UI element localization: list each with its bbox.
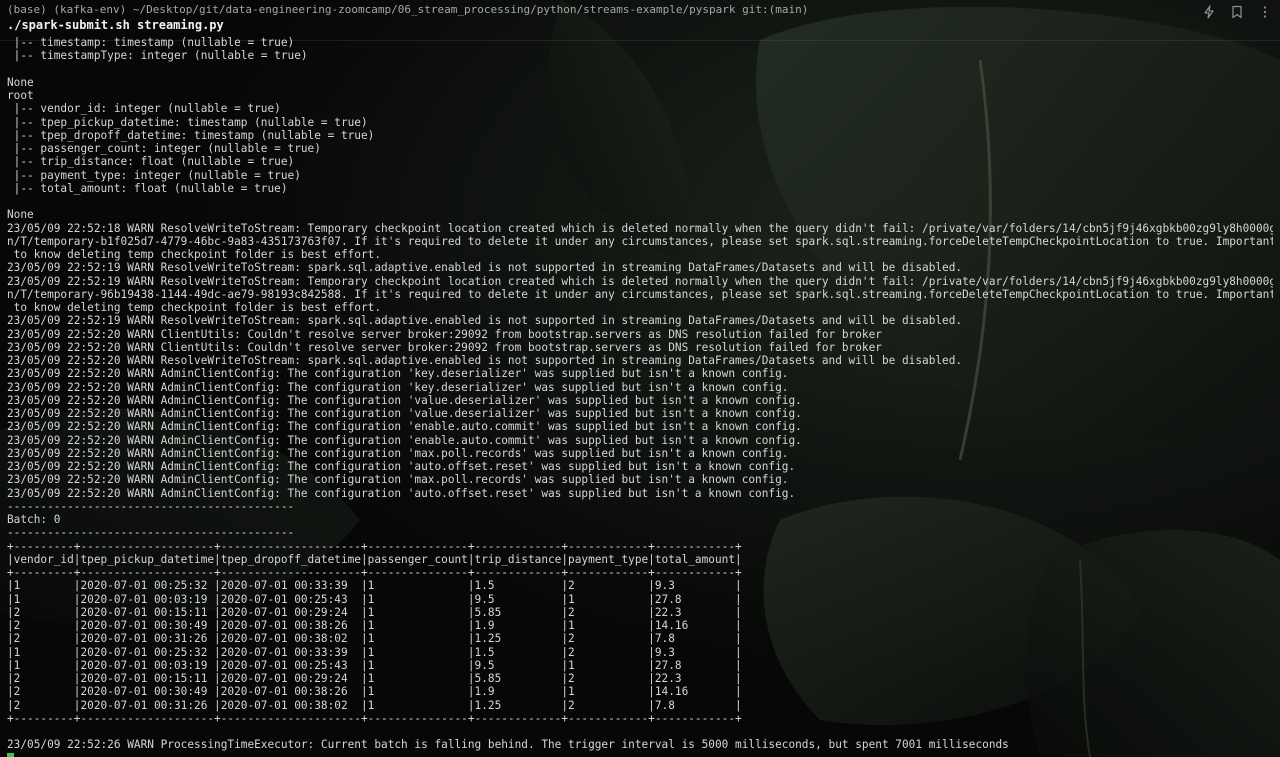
output-line: |-- timestamp: timestamp (nullable = tru… — [7, 36, 295, 49]
output-line: |-- timestampType: integer (nullable = t… — [7, 49, 308, 63]
output-line: |2 |2020-07-01 00:31:26 |2020-07-01 00:3… — [7, 698, 742, 712]
output-line: |-- passenger_count: integer (nullable =… — [7, 142, 321, 155]
output-line: 23/05/09 22:52:19 WARN ResolveWriteToStr… — [7, 261, 963, 275]
output-line: 23/05/09 22:52:20 WARN AdminClientConfig… — [7, 433, 802, 447]
output-line: |1 |2020-07-01 00:03:19 |2020-07-01 00:2… — [7, 658, 742, 672]
shell-prompt: (base) (kafka-env) ~/Desktop/git/data-en… — [7, 3, 809, 16]
output-line: |2 |2020-07-01 00:30:49 |2020-07-01 00:3… — [7, 685, 742, 699]
output-line: 23/05/09 22:52:20 WARN AdminClientConfig… — [7, 367, 789, 381]
output-line: +---------+--------------------+--------… — [7, 566, 742, 579]
output-line: |-- trip_distance: float (nullable = tru… — [7, 155, 295, 169]
bookmark-icon[interactable] — [1228, 3, 1246, 21]
output-line: 23/05/09 22:52:20 WARN ClientUtils: Coul… — [7, 340, 882, 354]
terminal-output[interactable]: |-- timestamp: timestamp (nullable = tru… — [7, 36, 1273, 756]
output-line: root — [7, 89, 34, 102]
output-line: 23/05/09 22:52:20 WARN AdminClientConfig… — [7, 473, 789, 487]
more-icon[interactable] — [1256, 3, 1274, 21]
output-line: Batch: 0 — [7, 513, 61, 526]
output-line: 23/05/09 22:52:20 WARN AdminClientConfig… — [7, 446, 789, 460]
output-line: 23/05/09 22:52:26 WARN ProcessingTimeExe… — [7, 738, 1009, 752]
output-line: |-- total_amount: float (nullable = true… — [7, 181, 288, 195]
shell-command: ./spark-submit.sh streaming.py — [7, 18, 224, 32]
output-line: |1 |2020-07-01 00:25:32 |2020-07-01 00:3… — [7, 579, 742, 593]
terminal-cursor — [7, 753, 14, 757]
output-line: |1 |2020-07-01 00:25:32 |2020-07-01 00:3… — [7, 645, 742, 659]
output-line: |1 |2020-07-01 00:03:19 |2020-07-01 00:2… — [7, 592, 742, 606]
output-line: n/T/temporary-b1f025d7-4779-46bc-9a83-43… — [7, 234, 1273, 248]
output-line: |2 |2020-07-01 00:15:11 |2020-07-01 00:2… — [7, 672, 742, 685]
output-line: |-- vendor_id: integer (nullable = true) — [7, 102, 281, 116]
output-line: +---------+--------------------+--------… — [7, 539, 742, 553]
output-line: |vendor_id|tpep_pickup_datetime|tpep_dro… — [7, 552, 742, 566]
output-line: None — [7, 75, 34, 89]
output-line: to know deleting temp checkpoint folder … — [7, 301, 382, 314]
output-line: |2 |2020-07-01 00:15:11 |2020-07-01 00:2… — [7, 605, 742, 619]
output-line: 23/05/09 22:52:20 WARN ClientUtils: Coul… — [7, 327, 882, 341]
output-line: 23/05/09 22:52:18 WARN ResolveWriteToStr… — [7, 221, 1273, 235]
output-line: 23/05/09 22:52:20 WARN AdminClientConfig… — [7, 486, 796, 500]
lightning-icon[interactable] — [1200, 3, 1218, 21]
output-line: 23/05/09 22:52:19 WARN ResolveWriteToStr… — [7, 314, 963, 328]
output-line: 23/05/09 22:52:20 WARN AdminClientConfig… — [7, 407, 802, 420]
output-line: ----------------------------------------… — [7, 526, 295, 540]
output-line: |2 |2020-07-01 00:31:26 |2020-07-01 00:3… — [7, 632, 742, 646]
output-line: |-- tpep_pickup_datetime: timestamp (nul… — [7, 115, 368, 129]
output-line: +---------+--------------------+--------… — [7, 711, 742, 725]
output-line: None — [7, 208, 34, 222]
output-line: n/T/temporary-96b19438-1144-49dc-ae79-98… — [7, 287, 1273, 301]
output-line: to know deleting temp checkpoint folder … — [7, 248, 382, 261]
output-line: 23/05/09 22:52:20 WARN AdminClientConfig… — [7, 420, 802, 434]
output-line: 23/05/09 22:52:20 WARN AdminClientConfig… — [7, 460, 796, 473]
terminal-window[interactable]: (base) (kafka-env) ~/Desktop/git/data-en… — [0, 0, 1280, 757]
output-line: 23/05/09 22:52:20 WARN AdminClientConfig… — [7, 393, 802, 407]
output-line: 23/05/09 22:52:20 WARN ResolveWriteToStr… — [7, 354, 963, 367]
output-line: ----------------------------------------… — [7, 499, 295, 513]
output-line: 23/05/09 22:52:19 WARN ResolveWriteToStr… — [7, 274, 1273, 288]
output-line: |-- payment_type: integer (nullable = tr… — [7, 168, 301, 182]
output-line: |-- tpep_dropoff_datetime: timestamp (nu… — [7, 128, 375, 142]
output-line: 23/05/09 22:52:20 WARN AdminClientConfig… — [7, 380, 789, 394]
terminal-header: (base) (kafka-env) ~/Desktop/git/data-en… — [0, 0, 1280, 41]
header-icons — [1200, 3, 1274, 21]
output-line: |2 |2020-07-01 00:30:49 |2020-07-01 00:3… — [7, 619, 742, 632]
